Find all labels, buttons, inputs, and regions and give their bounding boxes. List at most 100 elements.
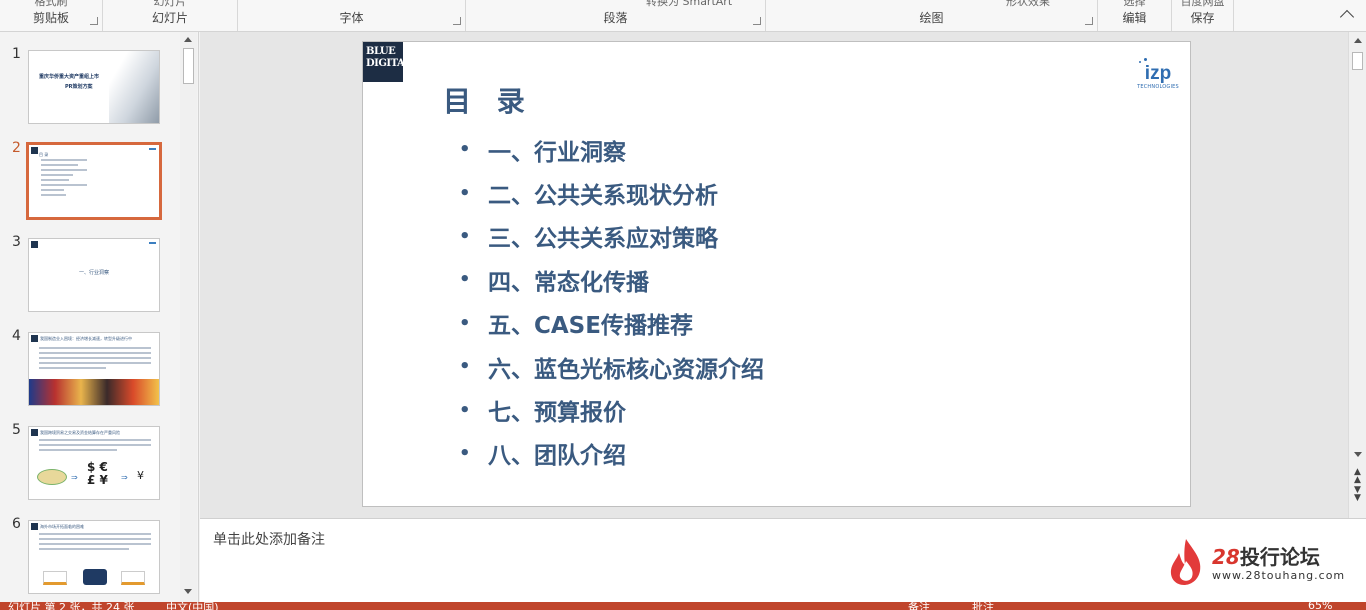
ribbon-group-label: 保存 bbox=[1190, 11, 1215, 25]
thumbnail-title: 我国制造业入困境：经济增长减速，转型升级进行中 bbox=[40, 336, 132, 341]
scroll-down-icon[interactable] bbox=[1354, 452, 1362, 457]
blue-digital-logo: BLUE DIGITAL bbox=[363, 42, 411, 82]
thumbnail-logo bbox=[31, 147, 38, 154]
bullet-icon: • bbox=[459, 182, 471, 204]
slide-thumbnail-pane: 1 重庆华侨重大资产重组上市 PR策划方案 2 目 录 3 一、行业洞察 4 我… bbox=[0, 32, 199, 602]
ribbon-group-paragraph: 转换为 SmartArt 段落 bbox=[466, 0, 766, 31]
table-of-contents[interactable]: • 一、行业洞察 • 二、公共关系现状分析 • 三、公共关系应对策略 • 四、常态化传播… bbox=[459, 128, 764, 475]
izp-dots-icon bbox=[1136, 58, 1180, 64]
ribbon: 格式刷 剪贴板 幻灯片 幻灯片 字体 转换为 SmartArt 段落 形状效果 … bbox=[0, 0, 1366, 32]
thumbnail-box bbox=[43, 571, 67, 585]
toc-item: • 二、公共关系现状分析 bbox=[459, 171, 764, 214]
thumbnail-logo bbox=[31, 241, 38, 248]
ribbon-cut-text: 转换为 SmartArt bbox=[646, 0, 733, 8]
thumbnail-slide-6[interactable]: 海外市场开拓面临的困难 bbox=[28, 520, 160, 594]
thumbnail-map-image bbox=[37, 469, 67, 485]
toc-item-label: 八、团队介绍 bbox=[488, 443, 626, 470]
thumbnail-box bbox=[83, 569, 107, 585]
dialog-launcher-icon[interactable] bbox=[453, 17, 461, 25]
izp-logo: izp TECHNOLOGIES bbox=[1136, 58, 1180, 90]
thumbnail-text-lines bbox=[39, 439, 151, 454]
thumbnail-number: 4 bbox=[12, 328, 21, 344]
ribbon-group-font: 字体 bbox=[238, 0, 466, 31]
thumbnail-slide-1[interactable]: 重庆华侨重大资产重组上市 PR策划方案 bbox=[28, 50, 160, 124]
thumbnail-number: 2 bbox=[12, 140, 21, 156]
toc-item: • 一、行业洞察 bbox=[459, 128, 764, 171]
ribbon-cut-text: 幻灯片 bbox=[153, 0, 187, 8]
thumbnail-slide-2[interactable]: 目 录 bbox=[26, 142, 162, 220]
toc-item-label: 一、行业洞察 bbox=[488, 139, 626, 166]
ribbon-group-label: 幻灯片 bbox=[151, 11, 188, 25]
bullet-icon: • bbox=[459, 356, 471, 378]
toc-item: • 七、预算报价 bbox=[459, 388, 764, 431]
watermark-text: 投行论坛 bbox=[1239, 545, 1320, 569]
thumbnail-title: 一、行业洞察 bbox=[78, 270, 109, 276]
toc-item-label: 六、蓝色光标核心资源介绍 bbox=[488, 356, 764, 383]
ribbon-group-editing: 选择 编辑 bbox=[1098, 0, 1172, 31]
slide-counter: 幻灯片 第 2 张，共 24 张 bbox=[8, 602, 135, 610]
thumbnail-text-lines bbox=[41, 159, 87, 199]
previous-slide-icon[interactable]: ▲ ▲ bbox=[1354, 468, 1361, 485]
thumbnail-arrow-icon: ⇒ bbox=[121, 473, 128, 482]
ribbon-group-label: 编辑 bbox=[1122, 11, 1147, 25]
scrollbar-thumb[interactable] bbox=[1352, 52, 1363, 70]
logo-text: BLUE DIGITAL bbox=[366, 46, 411, 69]
slide-title[interactable]: 目 录 bbox=[443, 80, 533, 120]
thumbnail-logo bbox=[31, 335, 38, 342]
scroll-down-icon[interactable] bbox=[184, 589, 192, 594]
toc-item: • 三、公共关系应对策略 bbox=[459, 215, 764, 258]
dialog-launcher-icon[interactable] bbox=[753, 17, 761, 25]
thumbnail-scrollbar[interactable] bbox=[180, 32, 197, 602]
thumbnail-subtitle: PR策划方案 bbox=[65, 84, 93, 90]
thumbnail-title: 海外市场开拓面临的困难 bbox=[40, 524, 84, 529]
notes-button[interactable]: 备注 bbox=[908, 602, 930, 610]
current-slide[interactable]: BLUE DIGITAL izp TECHNOLOGIES 目 录 • 一、行业洞… bbox=[362, 41, 1191, 507]
dialog-launcher-icon[interactable] bbox=[1085, 17, 1093, 25]
toc-item: • 四、常态化传播 bbox=[459, 258, 764, 301]
collapse-ribbon-icon[interactable] bbox=[1339, 9, 1355, 25]
thumbnail-logo bbox=[31, 429, 38, 436]
bullet-icon: • bbox=[459, 312, 471, 334]
scroll-up-icon[interactable] bbox=[1354, 38, 1362, 43]
thumbnail-slide-3[interactable]: 一、行业洞察 bbox=[28, 238, 160, 312]
scrollbar-thumb[interactable] bbox=[183, 48, 194, 84]
izp-mark: izp bbox=[1144, 63, 1172, 84]
toc-item-label: 二、公共关系现状分析 bbox=[488, 183, 718, 210]
ribbon-group-label: 段落 bbox=[603, 11, 628, 25]
thumbnail-logo bbox=[149, 148, 156, 153]
thumbnail-logo bbox=[149, 242, 156, 247]
thumbnail-currency-icon: $ € £ ¥ bbox=[87, 460, 108, 487]
thumbnail-yuan-icon: ¥ bbox=[137, 469, 144, 482]
toc-item: • 八、团队介绍 bbox=[459, 432, 764, 475]
bullet-icon: • bbox=[459, 399, 471, 421]
notes-pane[interactable]: 单击此处添加备注 28投行论坛 www.28touhang.com bbox=[200, 518, 1366, 602]
ribbon-group-drawing: 形状效果 绘图 bbox=[766, 0, 1098, 31]
language-indicator[interactable]: 中文(中国) bbox=[166, 602, 219, 610]
notes-placeholder[interactable]: 单击此处添加备注 bbox=[213, 529, 325, 549]
next-slide-icon[interactable]: ▼ ▼ bbox=[1354, 486, 1361, 503]
toc-item-label: 五、CASE传播推荐 bbox=[488, 313, 693, 340]
scroll-up-icon[interactable] bbox=[184, 37, 192, 42]
ribbon-group-save: 百度网盘 保存 bbox=[1172, 0, 1234, 31]
toc-item: • 五、CASE传播推荐 bbox=[459, 302, 764, 345]
ribbon-cut-text: 格式刷 bbox=[34, 0, 68, 8]
thumbnail-number: 1 bbox=[12, 46, 21, 62]
bullet-icon: • bbox=[459, 269, 471, 291]
watermark: 28投行论坛 www.28touhang.com bbox=[1168, 535, 1344, 591]
ribbon-group-clipboard: 格式刷 剪贴板 bbox=[0, 0, 103, 31]
thumbnail-box bbox=[121, 571, 145, 585]
dialog-launcher-icon[interactable] bbox=[90, 17, 98, 25]
thumbnail-slide-5[interactable]: 我国跨境贸易之交易及资金结算存在严重风险 ⇒ $ € £ ¥ ⇒ ¥ bbox=[28, 426, 160, 500]
ribbon-group-label: 字体 bbox=[339, 11, 364, 25]
thumbnail-slide-4[interactable]: 我国制造业入困境：经济增长减速，转型升级进行中 bbox=[28, 332, 160, 406]
thumbnail-logo bbox=[31, 523, 38, 530]
editor-scrollbar[interactable]: ▲ ▲ ▼ ▼ bbox=[1348, 32, 1366, 518]
zoom-level[interactable]: 65% bbox=[1308, 602, 1332, 610]
ribbon-cut-text: 形状效果 bbox=[1006, 0, 1050, 8]
thumbnail-text-lines bbox=[39, 347, 151, 372]
comments-button[interactable]: 批注 bbox=[972, 602, 994, 610]
bullet-icon: • bbox=[459, 139, 471, 161]
status-bar: 幻灯片 第 2 张，共 24 张 中文(中国) 备注 批注 65% bbox=[0, 602, 1366, 610]
watermark-number: 28 bbox=[1212, 545, 1240, 569]
watermark-title: 28投行论坛 bbox=[1212, 541, 1320, 570]
